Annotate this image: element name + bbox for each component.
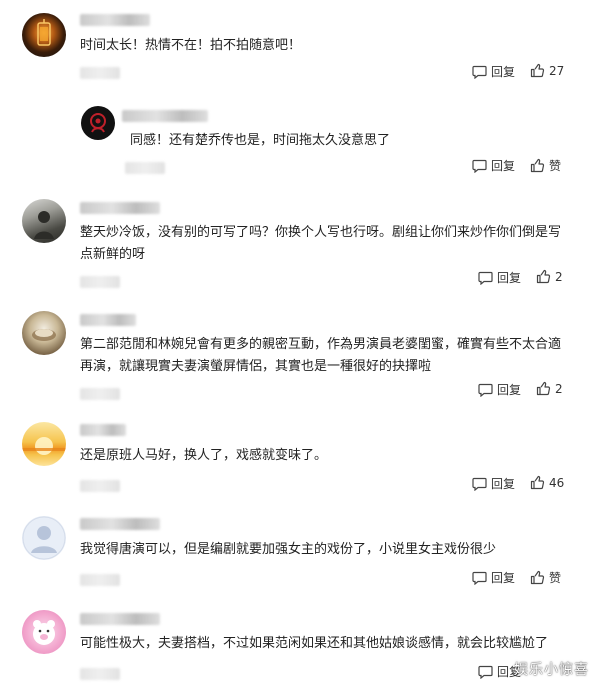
comment-text: 时间太长！热情不在！拍不拍随意吧！ [80, 38, 302, 53]
comment-actions: 回复 [0, 663, 599, 681]
comment-text: 我觉得唐演可以，但是编剧就要加强女主的戏份了，小说里女主戏份很少 [80, 542, 497, 557]
reply-button[interactable]: 回复 [472, 475, 515, 492]
username[interactable] [80, 424, 126, 436]
username[interactable] [80, 14, 150, 26]
like-count: 赞 [549, 571, 562, 585]
like-count: 赞 [549, 159, 562, 173]
like-count: 46 [549, 475, 565, 490]
username[interactable] [122, 110, 208, 122]
reply-button[interactable]: 回复 [472, 157, 515, 174]
comment-actions: 回复 2 [0, 269, 599, 287]
thumbs-up-icon [530, 475, 545, 490]
thumbs-up-icon [536, 269, 551, 284]
avatar[interactable] [81, 106, 115, 140]
comment-actions: 回复 赞 [0, 569, 599, 587]
reply-label: 回复 [497, 383, 522, 397]
reply-button[interactable]: 回复 [472, 63, 515, 80]
lantern-icon [37, 19, 51, 46]
reply-label: 回复 [491, 65, 516, 79]
thumbs-up-icon [530, 63, 545, 78]
comment-actions: 回复 赞 [0, 157, 599, 175]
username[interactable] [80, 613, 160, 625]
comment-actions: 回复 2 [0, 381, 599, 399]
person-photo-icon [34, 211, 54, 239]
reply-button[interactable]: 回复 [478, 381, 521, 398]
username[interactable] [80, 314, 136, 326]
comment-bubble-icon [472, 159, 487, 173]
comment-actions: 回复 46 [0, 475, 599, 493]
like-count: 2 [555, 269, 563, 284]
username[interactable] [80, 202, 160, 214]
comment-text: 可能性极大，夫妻搭档，不过如果范闲如果还和其他姑娘谈感情，就会比较尴尬了 [80, 636, 549, 651]
reply-button[interactable]: 回复 [478, 269, 521, 286]
reply-label: 回复 [497, 271, 522, 285]
reply-button[interactable]: 回复 [472, 569, 515, 586]
like-button[interactable]: 2 [536, 381, 563, 396]
like-count: 2 [555, 381, 563, 396]
avatar[interactable] [22, 311, 66, 355]
avatar[interactable] [22, 13, 66, 57]
avatar[interactable] [22, 610, 66, 654]
thumbs-up-icon [530, 570, 545, 585]
sunset-icon [22, 437, 66, 455]
comment-bubble-icon [478, 271, 493, 285]
like-count: 27 [549, 63, 565, 78]
like-button[interactable]: 27 [530, 63, 564, 78]
reply-label: 回复 [491, 571, 516, 585]
teacup-icon [32, 329, 56, 341]
like-button[interactable]: 赞 [530, 569, 561, 586]
avatar[interactable] [22, 199, 66, 243]
comment-bubble-icon [478, 383, 493, 397]
comment-bubble-icon [472, 571, 487, 585]
reply-label: 回复 [491, 477, 516, 491]
watermark: 娱乐小惊喜 [514, 662, 589, 678]
avatar[interactable] [22, 516, 66, 560]
thumbs-up-icon [530, 158, 545, 173]
username[interactable] [80, 518, 160, 530]
red-figure-icon [90, 113, 106, 133]
reply-label: 回复 [491, 159, 516, 173]
like-button[interactable]: 2 [536, 269, 563, 284]
avatar[interactable] [22, 422, 66, 466]
comment-bubble-icon [472, 65, 487, 79]
like-button[interactable]: 赞 [530, 157, 561, 174]
like-button[interactable]: 46 [530, 475, 564, 490]
cartoon-pig-icon [33, 620, 55, 645]
comment-bubble-icon [472, 477, 487, 491]
thumbs-up-icon [536, 381, 551, 396]
comment-text: 整天炒冷饭，没有别的可写了吗？你换个人写也行呀。剧组让你们来炒作你们倒是写点新鲜… [80, 225, 562, 262]
comment-actions: 回复 27 [0, 63, 599, 81]
comment-text: 同感！还有楚乔传也是，时间拖太久没意思了 [130, 133, 391, 148]
comment-text: 还是原班人马好，换人了，戏感就变味了。 [80, 448, 328, 463]
comment-bubble-icon [478, 665, 493, 679]
default-user-icon [22, 516, 66, 560]
comment-text: 第二部范閒和林婉兒會有更多的親密互動，作為男演員老婆閨蜜，確實有些不太合適再演，… [80, 337, 562, 374]
